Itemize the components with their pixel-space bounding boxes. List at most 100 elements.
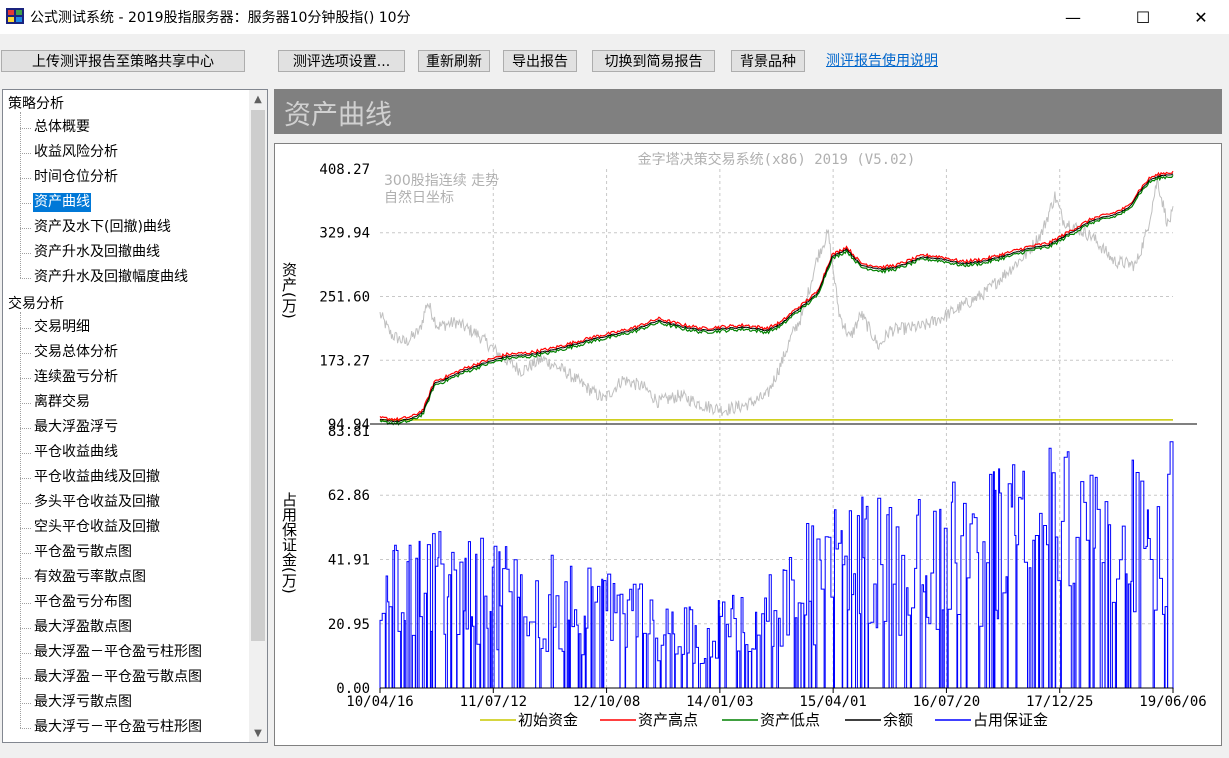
upload-report-button[interactable]: 上传测评报告至策略共享中心 — [1, 50, 245, 72]
y-tick-label: 251.60 — [319, 290, 370, 306]
tree-connector — [20, 128, 31, 129]
chart-annotation: 300股指连续 走势 — [384, 172, 499, 189]
y-tick-label: 173.27 — [319, 353, 370, 369]
margin-line — [379, 441, 1174, 689]
report-help-link[interactable]: 测评报告使用说明 — [826, 50, 938, 70]
legend-label: 初始资金 — [518, 711, 578, 729]
tree-item[interactable]: 有效盈亏率散点图 — [33, 568, 147, 587]
y-tick-label: 83.81 — [328, 424, 370, 440]
tree-connector — [20, 428, 31, 429]
tree-connector — [20, 253, 31, 254]
y-tick-label: 20.95 — [328, 617, 370, 633]
scroll-down-icon[interactable]: ▼ — [249, 724, 267, 742]
tree-item[interactable]: 平仓盈亏散点图 — [33, 543, 133, 562]
tree-item[interactable]: 交易明细 — [33, 318, 91, 337]
tree-item[interactable]: 最大浮亏－平仓盈亏柱形图 — [33, 718, 203, 737]
y-tick-label: 408.27 — [319, 162, 370, 178]
background-symbol-button[interactable]: 背景品种 — [731, 50, 805, 72]
tree-connector — [20, 453, 31, 454]
tree-connector — [20, 112, 21, 278]
tree-connector — [20, 178, 31, 179]
window-title: 公式测试系统 - 2019股指服务器：服务器10分钟股指() 10分 — [30, 10, 411, 26]
chart-annotation: 自然日坐标 — [384, 189, 454, 206]
legend-label: 资产低点 — [760, 711, 820, 729]
tree-connector — [20, 653, 31, 654]
tree-item[interactable]: 最大浮盈－平仓盈亏柱形图 — [33, 643, 203, 662]
tree-items: 策略分析总体概要收益风险分析 时间仓位分析 资产曲线资产及水下(回撤)曲线 资产升水及… — [3, 90, 249, 742]
y-axis-label: 资产(万) — [280, 262, 298, 319]
tree-item[interactable]: 总体概要 — [33, 118, 91, 137]
tree-item[interactable]: 多头平仓收益及回撤 — [33, 493, 161, 512]
x-tick-label: 11/07/12 — [460, 694, 527, 710]
tree-connector — [20, 312, 21, 728]
maximize-button[interactable]: ☐ — [1120, 0, 1166, 34]
tree-item[interactable]: 空头平仓收益及回撤 — [33, 518, 161, 537]
tree-category-label[interactable]: 交易分析 — [8, 293, 64, 313]
tree-item[interactable]: 资产曲线 — [33, 193, 91, 212]
tree-connector — [20, 528, 31, 529]
x-tick-label: 16/07/20 — [913, 694, 980, 710]
tree-connector — [20, 703, 31, 704]
y-tick-label: 329.94 — [319, 226, 370, 242]
tree-connector — [20, 328, 31, 329]
x-tick-label: 15/04/01 — [799, 694, 866, 710]
tree-scrollbar[interactable]: ▲ ▼ — [249, 90, 267, 742]
tree-connector — [20, 503, 31, 504]
tree-connector — [20, 728, 31, 729]
balance-line — [379, 173, 1174, 423]
x-tick-label: 10/04/16 — [346, 694, 413, 710]
tree-item[interactable]: 平仓收益曲线 — [33, 443, 119, 462]
test-settings-button[interactable]: 测评选项设置... — [278, 50, 405, 72]
tree-connector — [20, 553, 31, 554]
tree-connector — [20, 478, 31, 479]
analysis-tree: 策略分析总体概要收益风险分析 时间仓位分析 资产曲线资产及水下(回撤)曲线 资产升水及… — [2, 89, 268, 743]
x-tick-label: 14/01/03 — [686, 694, 753, 710]
tree-item[interactable]: 平仓盈亏分布图 — [33, 593, 133, 612]
tree-item[interactable]: 最大浮亏散点图 — [33, 693, 133, 712]
close-button[interactable]: ✕ — [1178, 0, 1224, 34]
switch-simple-report-button[interactable]: 切换到简易报告 — [592, 50, 715, 72]
tree-item[interactable]: 资产升水及回撤幅度曲线 — [33, 268, 189, 287]
tree-item[interactable]: 交易总体分析 — [33, 343, 119, 362]
chart-title: 金字塔决策交易系统(x86) 2019 (V5.02) — [638, 151, 916, 168]
scroll-thumb[interactable] — [251, 110, 265, 641]
tree-connector — [20, 153, 31, 154]
y-tick-label: 62.86 — [328, 488, 370, 504]
scroll-up-icon[interactable]: ▲ — [249, 90, 267, 108]
tree-connector — [20, 378, 31, 379]
tree-connector — [20, 678, 31, 679]
tree-item[interactable]: 资产及水下(回撤)曲线 — [33, 218, 172, 237]
tree-connector — [20, 228, 31, 229]
legend-label: 余额 — [883, 711, 913, 729]
title-bar: 公式测试系统 - 2019股指服务器：服务器10分钟股指() 10分 — ☐ ✕ — [0, 0, 1229, 34]
tree-item[interactable]: 时间仓位分析 — [33, 168, 119, 187]
tree-item[interactable]: 最大浮盈浮亏 — [33, 418, 119, 437]
tree-item[interactable]: 离群交易 — [33, 393, 91, 412]
tree-connector — [20, 278, 31, 279]
equity-chart: 408.27329.94251.60173.2794.9483.8162.864… — [280, 151, 1207, 729]
legend-label: 资产高点 — [638, 711, 698, 729]
section-title: 资产曲线 — [284, 100, 392, 131]
x-tick-label: 12/10/08 — [573, 694, 640, 710]
tree-item[interactable]: 收益风险分析 — [33, 143, 119, 162]
tree-connector — [20, 403, 31, 404]
app-icon — [6, 8, 24, 24]
export-report-button[interactable]: 导出报告 — [503, 50, 577, 72]
benchmark-line — [379, 178, 1174, 417]
equity-chart-panel: 408.27 329.94 251.60 173.27 94.94 83.81 62.86 4… — [274, 143, 1222, 746]
tree-connector — [20, 203, 31, 204]
y-axis-label: 占用保证金(万) — [280, 492, 298, 594]
refresh-button[interactable]: 重新刷新 — [418, 50, 490, 72]
tree-connector — [20, 603, 31, 604]
x-tick-label: 17/12/25 — [1026, 694, 1093, 710]
equity-high-line — [379, 170, 1174, 422]
tree-item[interactable]: 平仓收益曲线及回撤 — [33, 468, 161, 487]
tree-connector — [20, 353, 31, 354]
tree-item[interactable]: 连续盈亏分析 — [33, 368, 119, 387]
tree-connector — [20, 578, 31, 579]
minimize-button[interactable]: — — [1050, 0, 1096, 34]
tree-item[interactable]: 最大浮盈散点图 — [33, 618, 133, 637]
tree-item[interactable]: 资产升水及回撤曲线 — [33, 243, 161, 262]
tree-category-label[interactable]: 策略分析 — [8, 93, 64, 113]
tree-item[interactable]: 最大浮盈－平仓盈亏散点图 — [33, 668, 203, 687]
